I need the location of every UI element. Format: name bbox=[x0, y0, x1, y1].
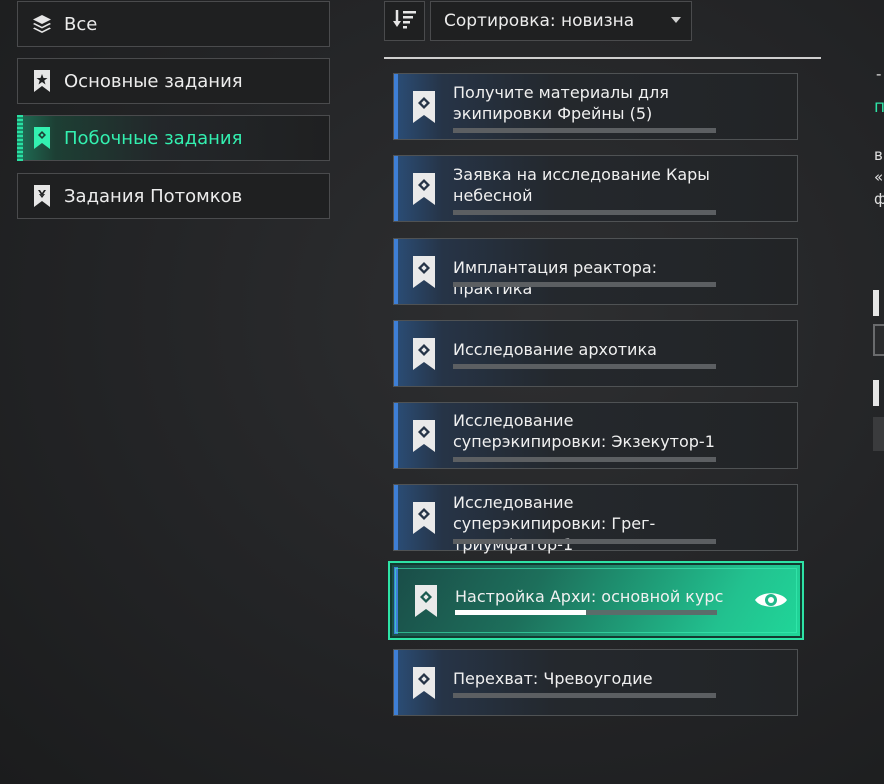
category-main-quests[interactable]: Основные задания bbox=[17, 58, 330, 104]
quest-progress-bar bbox=[453, 457, 716, 462]
category-label: Все bbox=[64, 13, 98, 35]
detail-box bbox=[873, 417, 884, 451]
quest-title: Исследование архотика bbox=[453, 340, 657, 359]
detail-box bbox=[873, 324, 884, 356]
eye-icon[interactable] bbox=[754, 589, 788, 611]
main-quest-icon bbox=[31, 70, 53, 92]
quest-item[interactable]: Исследование суперэкипировки: Грег-триум… bbox=[393, 484, 798, 554]
side-quest-icon bbox=[413, 501, 435, 534]
detail-fragment: ф bbox=[874, 190, 884, 208]
quest-item[interactable]: Исследование архотика bbox=[393, 320, 798, 387]
category-all[interactable]: Все bbox=[17, 1, 330, 47]
quest-progress-bar bbox=[453, 282, 716, 287]
category-side-quests[interactable]: Побочные задания bbox=[17, 115, 330, 161]
quest-title: Перехват: Чревоугодие bbox=[453, 669, 653, 688]
quest-progress-bar bbox=[453, 210, 716, 215]
quest-title: Исследование суперэкипировки: Грег-триум… bbox=[453, 493, 656, 554]
quest-progress-bar bbox=[455, 610, 717, 615]
side-quest-icon bbox=[413, 419, 435, 452]
layers-icon bbox=[31, 13, 53, 35]
detail-fragment: « bbox=[874, 168, 884, 186]
side-quest-icon bbox=[413, 172, 435, 205]
quest-title: Получите материалы для экипировки Фрейны… bbox=[453, 83, 669, 123]
quest-progress-bar bbox=[453, 364, 716, 369]
side-quest-icon bbox=[31, 127, 53, 149]
category-label: Основные задания bbox=[64, 70, 243, 92]
category-label: Побочные задания bbox=[64, 127, 243, 149]
category-label: Задания Потомков bbox=[64, 185, 243, 207]
detail-fragment: - bbox=[876, 65, 882, 83]
chevron-down-icon bbox=[671, 17, 681, 23]
side-quest-icon bbox=[413, 255, 435, 288]
quest-item[interactable]: Исследование суперэкипировки: Экзекутор-… bbox=[393, 402, 798, 469]
quest-title: Заявка на исследование Кары небесной bbox=[453, 165, 710, 205]
sort-icon bbox=[392, 8, 418, 34]
detail-heading-mark bbox=[873, 380, 879, 406]
quest-progress-bar bbox=[453, 539, 716, 544]
quest-item[interactable]: Заявка на исследование Кары небесной bbox=[393, 155, 798, 222]
side-quest-icon bbox=[413, 90, 435, 123]
category-descendant-quests[interactable]: Задания Потомков bbox=[17, 173, 330, 219]
quest-title: Имплантация реактора: практика bbox=[453, 258, 658, 298]
quest-progress-bar bbox=[453, 128, 716, 133]
quest-progress-bar bbox=[453, 693, 716, 698]
quest-item[interactable]: Получите материалы для экипировки Фрейны… bbox=[393, 73, 798, 140]
side-quest-icon bbox=[415, 584, 437, 617]
detail-fragment: в bbox=[874, 146, 883, 164]
side-quest-icon bbox=[413, 666, 435, 699]
descendant-quest-icon bbox=[31, 185, 53, 207]
side-quest-icon bbox=[413, 337, 435, 370]
quest-item[interactable]: Перехват: Чревоугодие bbox=[393, 649, 798, 716]
quest-item-selected[interactable]: Настройка Архи: основной курс bbox=[388, 561, 804, 640]
sort-order-button[interactable] bbox=[384, 1, 425, 41]
quest-title: Настройка Архи: основной курс bbox=[455, 587, 724, 606]
detail-heading-mark bbox=[873, 290, 879, 316]
quest-title: Исследование суперэкипировки: Экзекутор-… bbox=[453, 411, 715, 451]
detail-fragment: п bbox=[874, 97, 884, 117]
quest-item[interactable]: Имплантация реактора: практика bbox=[393, 238, 798, 305]
sort-dropdown[interactable]: Сортировка: новизна bbox=[430, 1, 692, 41]
divider bbox=[384, 57, 821, 59]
sort-dropdown-label: Сортировка: новизна bbox=[444, 11, 635, 31]
